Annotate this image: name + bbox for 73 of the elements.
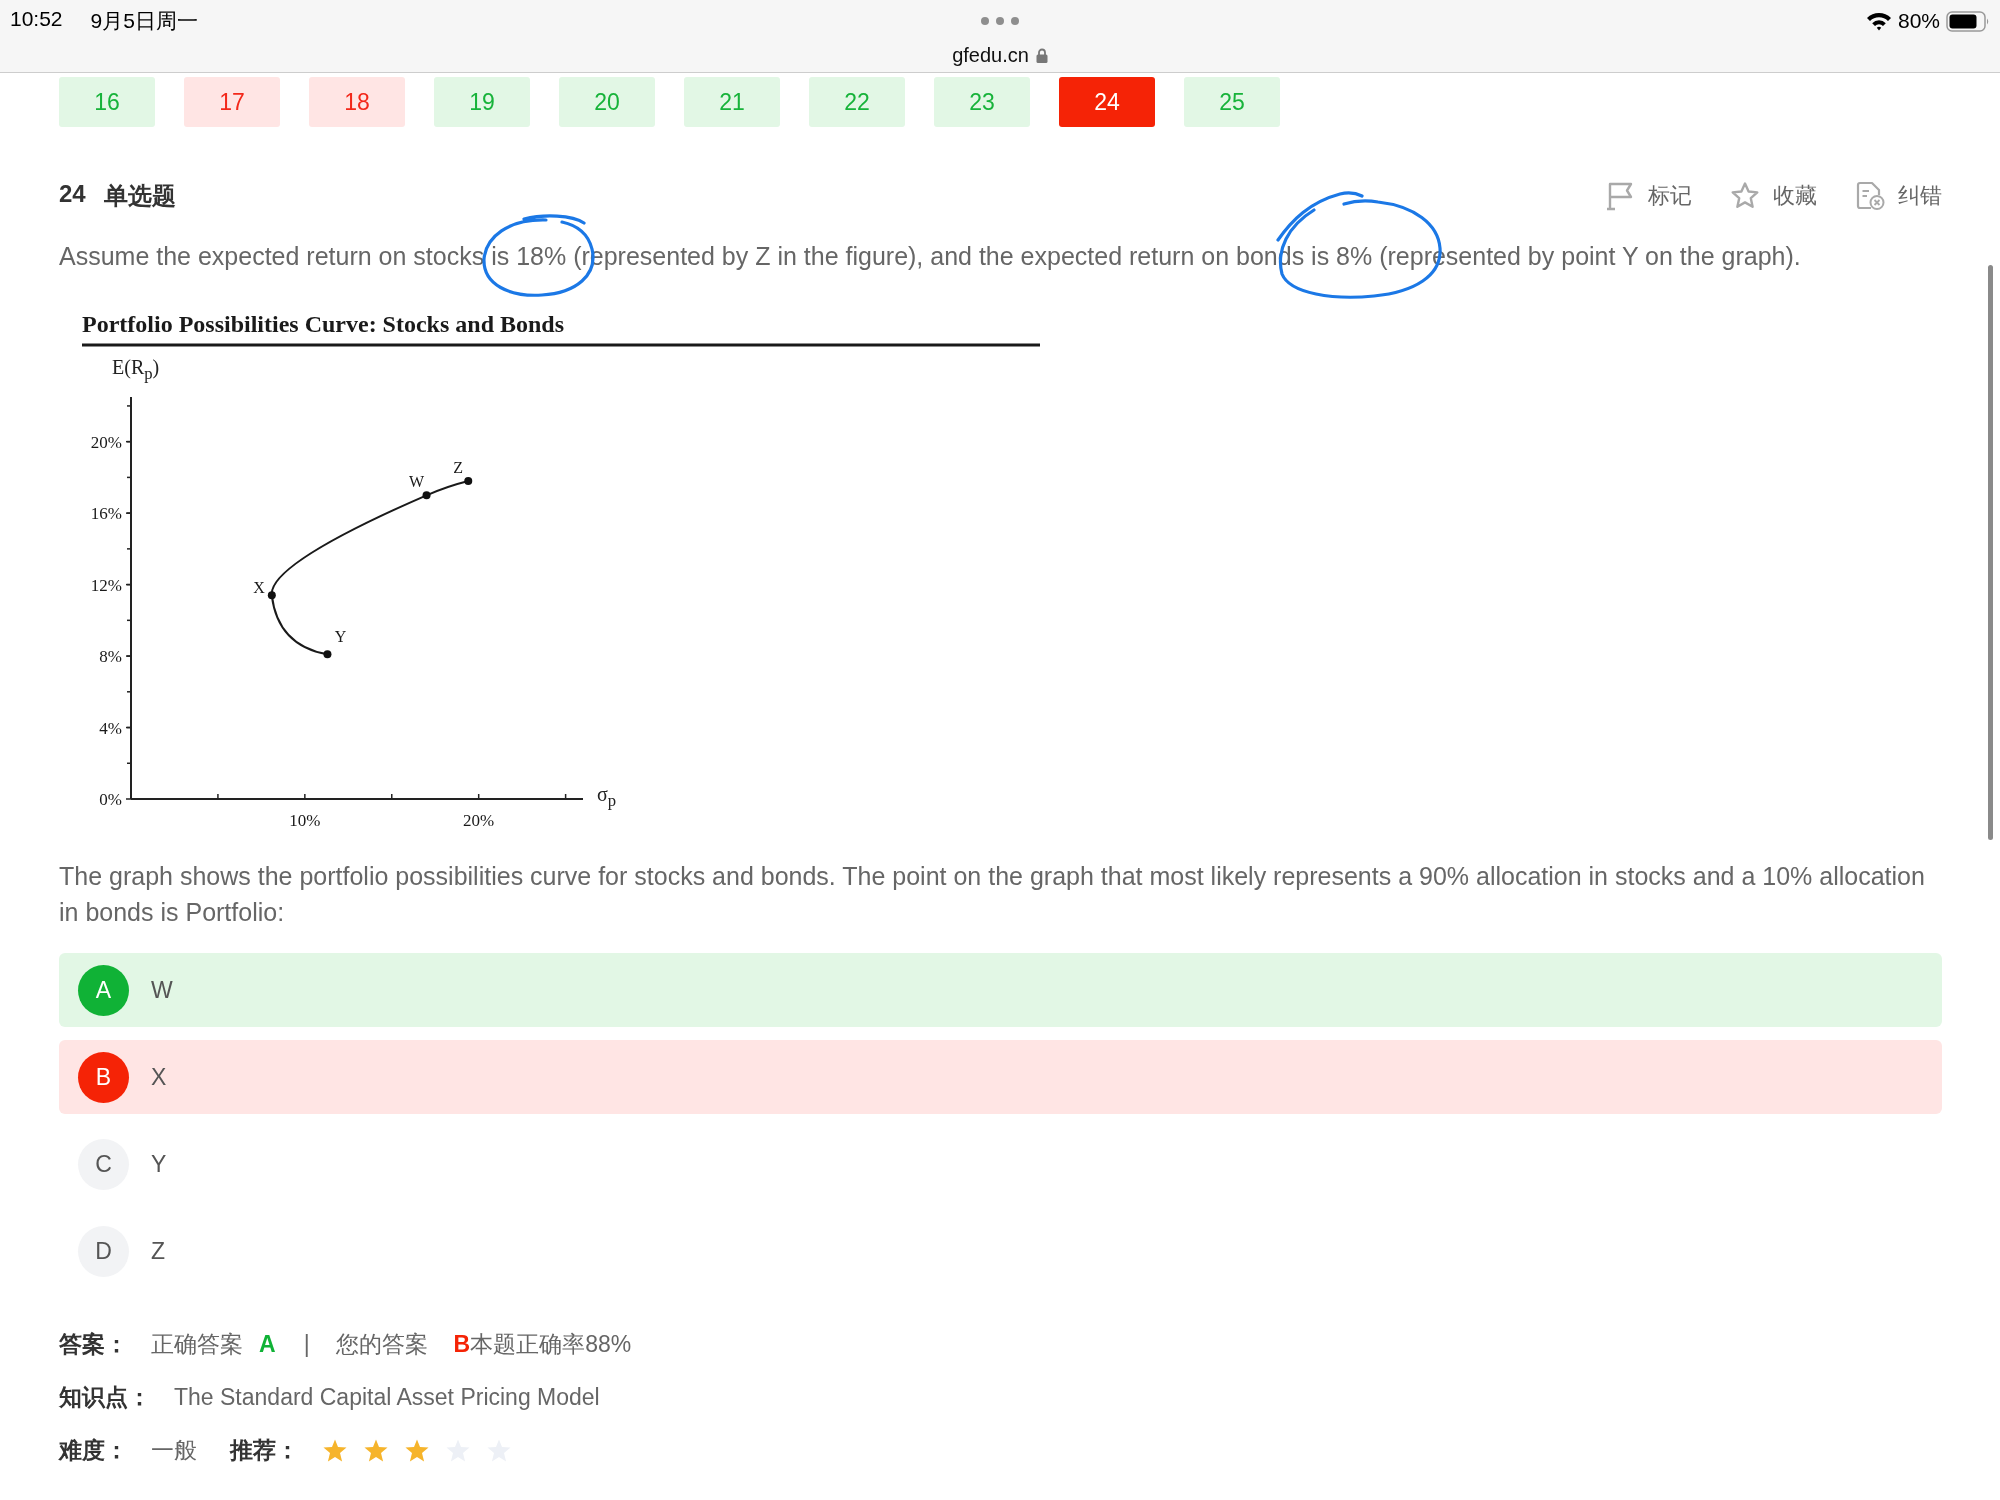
option-letter: D [78, 1225, 129, 1277]
difficulty-label: 难度： [59, 1435, 128, 1465]
accuracy-text: 本题正确率88% [470, 1329, 632, 1359]
option-letter: A [78, 964, 129, 1016]
question-number-button[interactable]: 16 [59, 77, 155, 127]
axis-label: E(R$_{p}$) [112, 355, 160, 385]
knowledge-point-value: The Standard Capital Asset Pricing Model [174, 1383, 600, 1411]
question-number-button[interactable]: 17 [184, 77, 280, 127]
star-icon [323, 1438, 347, 1462]
answer-option[interactable]: A W [59, 953, 1942, 1027]
wifi-icon [1865, 11, 1892, 31]
option-text: Z [151, 1237, 166, 1265]
data-point [323, 650, 332, 659]
option-letter: B [78, 1051, 129, 1103]
axis-label: σ$_{p}$ [597, 782, 617, 812]
difficulty-value: 一般 [151, 1435, 197, 1465]
document-error-icon [1855, 181, 1885, 211]
point-label: W [409, 473, 425, 491]
favorite-button[interactable]: 收藏 [1730, 181, 1817, 211]
tick-label: 20% [90, 432, 122, 452]
star-outline-icon [1730, 181, 1760, 211]
answer-option[interactable]: D Z [59, 1214, 1942, 1288]
question-type: 单选题 [103, 181, 176, 211]
question-number-button[interactable]: 25 [1184, 77, 1280, 127]
question-number-button[interactable]: 18 [309, 77, 405, 127]
option-text: Y [151, 1150, 167, 1178]
tick-label: 12% [90, 575, 122, 595]
data-point [267, 591, 276, 600]
star-icon [405, 1438, 429, 1462]
tick-label: 4% [99, 718, 122, 738]
recommendation-label: 推荐： [230, 1435, 299, 1465]
knowledge-point-label: 知识点： [59, 1382, 151, 1412]
question-number-button[interactable]: 21 [684, 77, 780, 127]
question-number-button[interactable]: 24 [1059, 77, 1155, 127]
answer-option[interactable]: C Y [59, 1127, 1942, 1201]
tick-label: 10% [289, 811, 321, 830]
point-label: X [253, 579, 265, 597]
clock-time: 10:52 [10, 7, 63, 32]
data-point [422, 491, 431, 500]
mark-button[interactable]: 标记 [1605, 181, 1692, 211]
question-prompt: The graph shows the portfolio possibilities curve for stocks and bonds. The point on the graph that most likely represents a 90% allocation in stocks and a 10% allocation in bonds is Portfolio: [59, 861, 1926, 928]
point-label: Y [334, 628, 347, 646]
answer-option[interactable]: B X [59, 1040, 1942, 1114]
url-text[interactable]: gfedu.cn [952, 43, 1029, 67]
option-text: X [151, 1063, 167, 1091]
your-answer-value: B [453, 1330, 471, 1358]
flag-icon [1605, 181, 1635, 211]
question-number-button[interactable]: 23 [934, 77, 1030, 127]
separator-text: | [303, 1330, 310, 1358]
correct-answer-label: 正确答案 [151, 1329, 243, 1359]
lock-icon [1035, 47, 1048, 63]
battery-percent: 80% [1897, 9, 1940, 33]
tick-label: 20% [463, 811, 495, 830]
more-dots-icon[interactable] [980, 16, 1020, 26]
chart-title: Portfolio Possibilities Curve: Stocks and Bonds [82, 311, 565, 337]
correct-answer-value: A [259, 1330, 276, 1358]
tick-label: 0% [99, 790, 122, 809]
star-icon [364, 1438, 388, 1462]
your-answer-label: 您的答案 [335, 1329, 428, 1359]
battery-icon [1946, 10, 1990, 32]
answer-label: 答案： [59, 1329, 128, 1359]
option-text: W [151, 976, 173, 1004]
question-number-button[interactable]: 20 [559, 77, 655, 127]
tick-label: 16% [90, 504, 122, 524]
question-number-button[interactable]: 22 [809, 77, 905, 127]
question-number-button[interactable]: 19 [434, 77, 530, 127]
point-label: Z [453, 458, 464, 476]
status-date: 9月5日周一 [90, 8, 198, 34]
question-number: 24 [59, 180, 86, 209]
option-letter: C [78, 1138, 129, 1190]
data-point [464, 476, 473, 485]
report-error-button[interactable]: 纠错 [1855, 181, 1942, 211]
tick-label: 8% [99, 647, 122, 667]
